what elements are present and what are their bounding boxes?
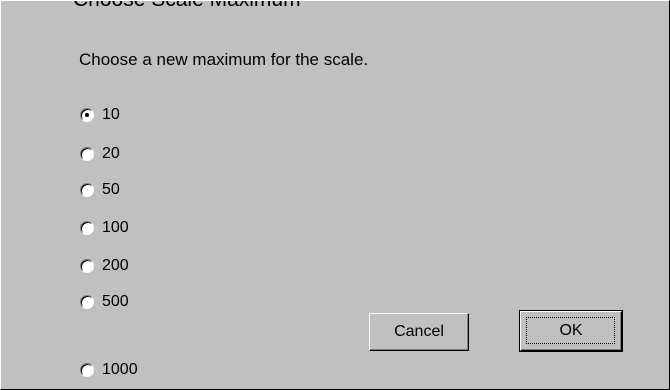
radio-button[interactable] — [80, 108, 94, 122]
radio-button[interactable] — [80, 147, 94, 161]
prompt-text: Choose a new maximum for the scale. — [79, 50, 369, 69]
radio-button[interactable] — [80, 295, 94, 309]
radio-label: 100 — [102, 219, 129, 236]
dialog-title: Choose Scale Maximum — [73, 1, 301, 12]
radio-option-500[interactable]: 500 — [80, 291, 129, 313]
ok-button-label: OK — [559, 322, 583, 339]
radio-label: 1000 — [102, 361, 138, 378]
cancel-button-label: Cancel — [394, 323, 444, 340]
radio-label: 20 — [102, 145, 120, 162]
radio-button[interactable] — [80, 221, 94, 235]
radio-label: 500 — [102, 293, 129, 310]
radio-option-50[interactable]: 50 — [80, 179, 120, 201]
radio-label: 50 — [102, 181, 120, 198]
radio-option-10[interactable]: 10 — [80, 104, 120, 126]
radio-label: 200 — [102, 257, 129, 274]
dialog: Choose Scale Maximum Choose a new maximu… — [0, 0, 670, 390]
title-bar: Choose Scale Maximum — [1, 1, 669, 13]
cancel-button[interactable]: Cancel — [369, 313, 469, 351]
radio-option-200[interactable]: 200 — [80, 255, 129, 277]
ok-button[interactable]: OK — [519, 310, 623, 352]
radio-dot — [85, 113, 89, 117]
radio-option-100[interactable]: 100 — [80, 217, 129, 239]
radio-button[interactable] — [80, 259, 94, 273]
radio-button[interactable] — [80, 183, 94, 197]
radio-option-20[interactable]: 20 — [80, 143, 120, 165]
radio-label: 10 — [102, 106, 120, 123]
radio-button[interactable] — [80, 363, 94, 377]
radio-option-1000[interactable]: 1000 — [80, 359, 138, 381]
